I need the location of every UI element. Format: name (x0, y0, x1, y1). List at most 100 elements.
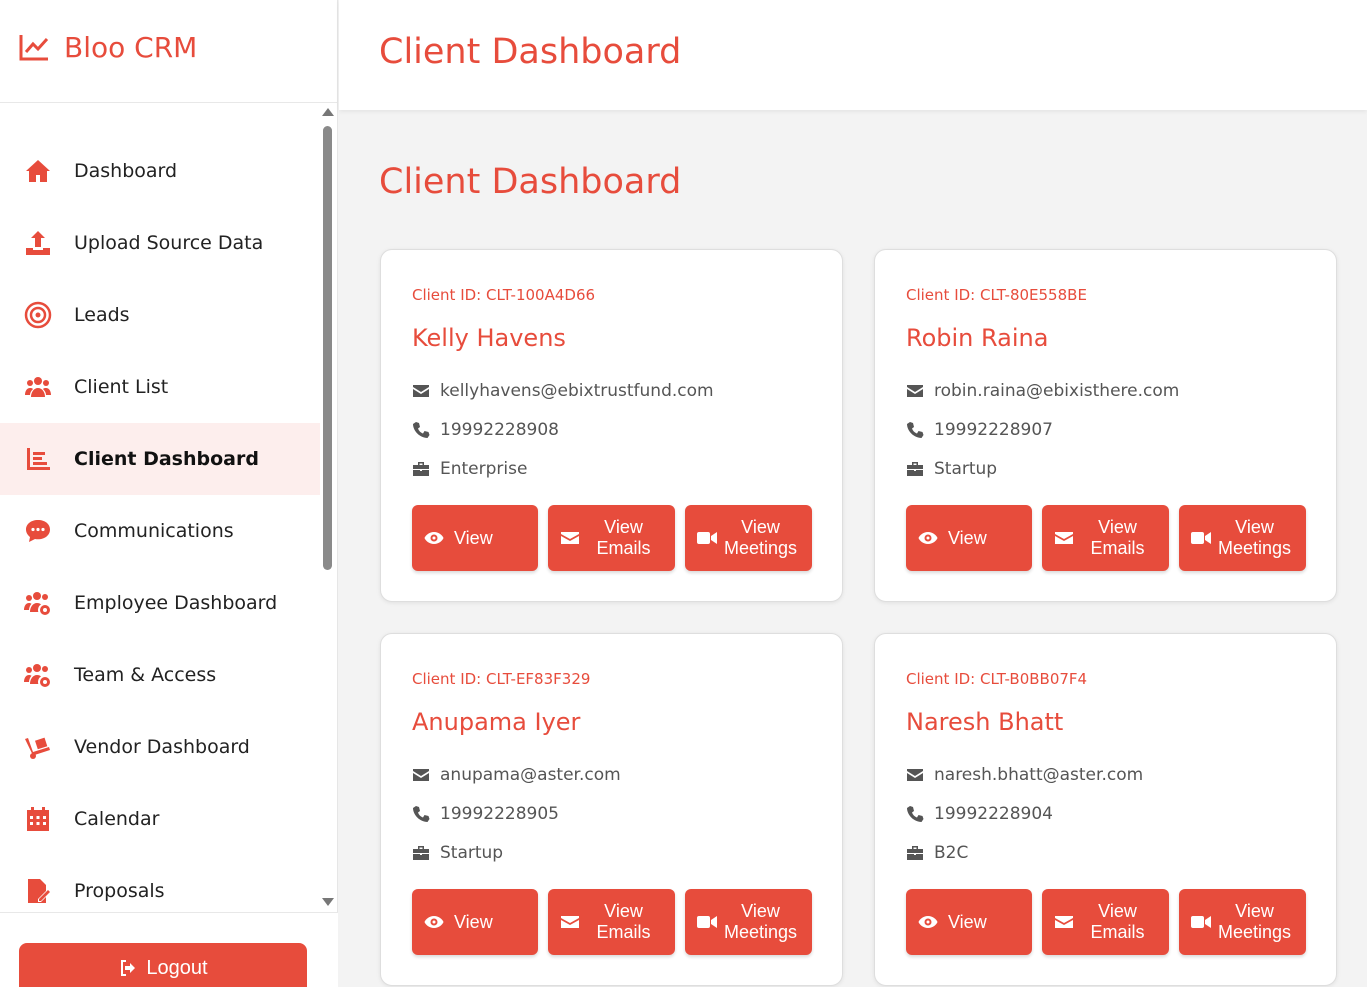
view-meetings-button[interactable]: View Meetings (1179, 889, 1306, 955)
view-meetings-button[interactable]: View Meetings (1179, 505, 1306, 571)
sidebar-item-label: Proposals (74, 880, 165, 902)
video-camera-icon (1191, 532, 1211, 544)
view-meetings-button[interactable]: View Meetings (685, 889, 812, 955)
users-icon (22, 371, 54, 403)
envelope-icon (413, 769, 429, 781)
sidebar-item-label: Team & Access (74, 664, 217, 686)
client-email: anupama@aster.com (440, 765, 621, 785)
client-type-row: B2C (906, 843, 968, 863)
upload-icon (22, 227, 54, 259)
envelope-icon (561, 916, 579, 928)
main-content: Client Dashboard Client ID: CLT-100A4D66… (339, 110, 1367, 987)
view-emails-label: View (1098, 517, 1137, 537)
view-button[interactable]: View (906, 889, 1032, 955)
view-button[interactable]: View (906, 505, 1032, 571)
view-emails-button[interactable]: View Emails (548, 889, 675, 955)
client-type: Enterprise (440, 459, 528, 479)
envelope-icon (1055, 916, 1073, 928)
client-phone: 19992228905 (440, 804, 559, 824)
client-email: kellyhavens@ebixtrustfund.com (440, 381, 714, 401)
sidebar-item-label: Client Dashboard (74, 448, 259, 470)
view-emails-button[interactable]: View Emails (1042, 889, 1169, 955)
video-camera-icon (697, 532, 717, 544)
client-email: robin.raina@ebixisthere.com (934, 381, 1180, 401)
phone-icon (907, 422, 924, 438)
file-edit-icon (22, 875, 54, 907)
chart-line-icon (19, 35, 49, 61)
eye-icon (424, 916, 444, 928)
view-emails-label: View (1098, 901, 1137, 921)
client-phone: 19992228908 (440, 420, 559, 440)
view-meetings-button[interactable]: View Meetings (685, 505, 812, 571)
view-label: View (948, 527, 987, 548)
envelope-icon (561, 532, 579, 544)
sidebar-item-label: Dashboard (74, 160, 178, 182)
brand[interactable]: Bloo CRM (0, 0, 337, 103)
view-emails-label: Emails (1090, 922, 1145, 942)
client-name: Robin Raina (906, 324, 1049, 352)
sidebar-footer: Logout (0, 912, 338, 987)
client-type-row: Startup (906, 459, 997, 479)
sidebar-item-team-access[interactable]: Team & Access (0, 639, 320, 711)
client-email-row: kellyhavens@ebixtrustfund.com (412, 381, 714, 401)
logout-button[interactable]: Logout (19, 943, 307, 987)
sidebar-scrollbar[interactable] (320, 104, 336, 912)
briefcase-icon (907, 462, 923, 476)
client-actions: View View Emails View Meetings (906, 889, 1306, 955)
sidebar-item-vendor-dashboard[interactable]: Vendor Dashboard (0, 711, 320, 783)
client-id: Client ID: CLT-B0BB07F4 (906, 670, 1088, 688)
view-meetings-label: View (741, 901, 780, 921)
view-emails-label: Emails (596, 922, 651, 942)
client-phone-row: 19992228905 (412, 804, 559, 824)
sidebar-item-label: Vendor Dashboard (74, 736, 250, 758)
eye-icon (918, 916, 938, 928)
view-button[interactable]: View (412, 505, 538, 571)
envelope-icon (907, 385, 923, 397)
view-emails-button[interactable]: View Emails (1042, 505, 1169, 571)
briefcase-icon (907, 846, 923, 860)
sidebar-item-employee-dashboard[interactable]: Employee Dashboard (0, 567, 320, 639)
calendar-icon (22, 803, 54, 835)
client-actions: View View Emails View Meetings (906, 505, 1306, 571)
sidebar-item-label: Client List (74, 376, 169, 398)
client-email-row: naresh.bhatt@aster.com (906, 765, 1143, 785)
scrollbar-thumb[interactable] (323, 126, 332, 570)
view-button[interactable]: View (412, 889, 538, 955)
client-card: Client ID: CLT-80E558BE Robin Raina robi… (874, 249, 1337, 602)
client-type: Startup (440, 843, 504, 863)
client-type-row: Enterprise (412, 459, 527, 479)
client-id: Client ID: CLT-80E558BE (906, 286, 1087, 304)
video-camera-icon (1191, 916, 1211, 928)
view-meetings-label: Meetings (723, 538, 798, 558)
sidebar-item-client-list[interactable]: Client List (0, 351, 320, 423)
phone-icon (413, 422, 430, 438)
scroll-down-arrow-icon[interactable] (322, 898, 334, 906)
client-phone-row: 19992228908 (412, 420, 559, 440)
sidebar-item-label: Leads (74, 304, 130, 326)
client-phone-row: 19992228904 (906, 804, 1053, 824)
scroll-up-arrow-icon[interactable] (322, 108, 334, 116)
sidebar-item-proposals[interactable]: Proposals (0, 855, 320, 912)
eye-icon (424, 532, 444, 544)
view-label: View (948, 911, 987, 932)
envelope-icon (907, 769, 923, 781)
sidebar-item-client-dashboard[interactable]: Client Dashboard (0, 423, 320, 495)
phone-icon (413, 806, 430, 822)
envelope-icon (1055, 532, 1073, 544)
users-gear-icon (22, 659, 54, 691)
users-gear-icon (22, 587, 54, 619)
sidebar-item-leads[interactable]: Leads (0, 279, 320, 351)
view-emails-label: Emails (596, 538, 651, 558)
view-emails-button[interactable]: View Emails (548, 505, 675, 571)
view-meetings-label: View (1235, 517, 1274, 537)
sidebar-item-dashboard[interactable]: Dashboard (0, 135, 320, 207)
view-meetings-label: View (1235, 901, 1274, 921)
sign-out-icon (121, 960, 136, 976)
client-phone-row: 19992228907 (906, 420, 1053, 440)
sidebar-item-upload-source-data[interactable]: Upload Source Data (0, 207, 320, 279)
phone-icon (907, 806, 924, 822)
client-id: Client ID: CLT-EF83F329 (412, 670, 591, 688)
view-label: View (454, 911, 493, 932)
sidebar-item-communications[interactable]: Communications (0, 495, 320, 567)
sidebar-item-calendar[interactable]: Calendar (0, 783, 320, 855)
